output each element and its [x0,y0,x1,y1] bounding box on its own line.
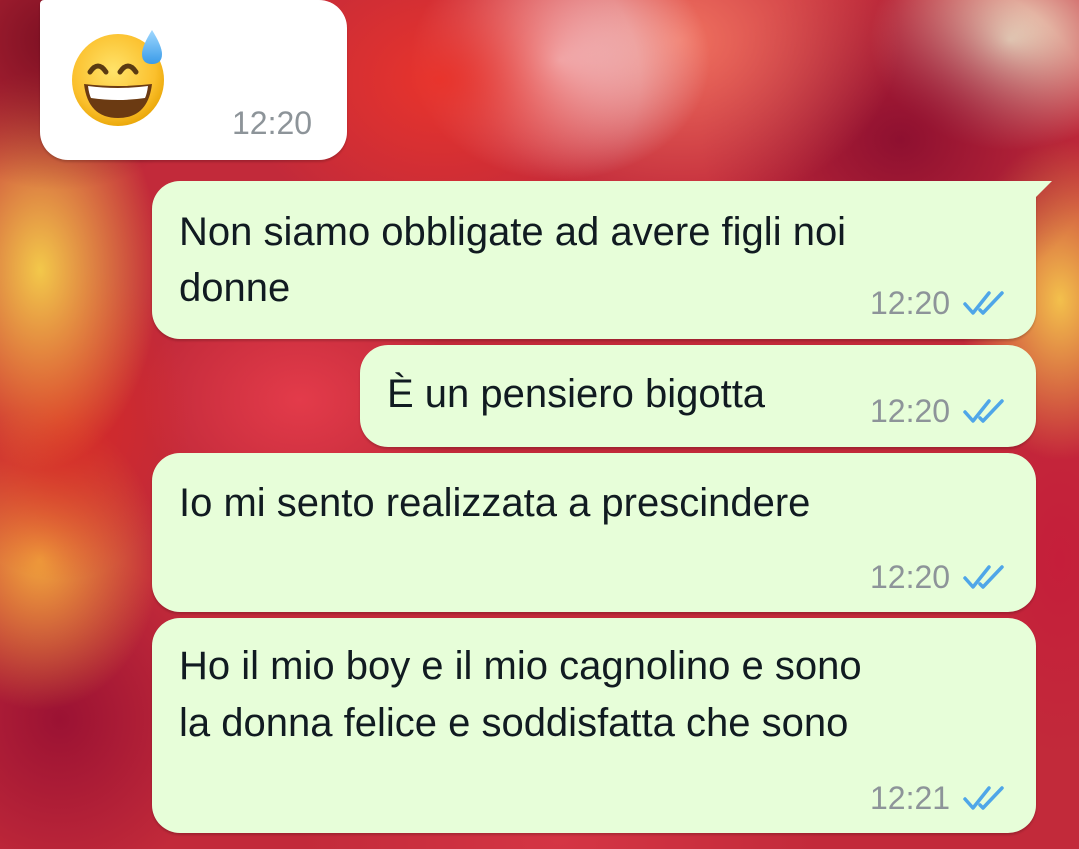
read-double-check-icon [963,291,1004,315]
message-meta: 12:20 [870,285,1006,321]
read-double-check-icon [963,399,1004,423]
outgoing-message-bubble[interactable]: Io mi sento realizzata a prescindere 12:… [152,453,1036,612]
outgoing-message-bubble[interactable]: Ho il mio boy e il mio cagnolino e sono … [152,618,1036,833]
message-text-line: Io mi sento realizzata a prescindere [179,481,811,525]
read-double-check-icon [963,565,1004,589]
message-text-line: È un pensiero bigotta [387,372,766,416]
message-text-line: Ho il mio boy e il mio cagnolino e sono [179,644,862,688]
message-text-line: la donna felice e soddisfatta che sono [179,701,849,745]
incoming-message-bubble[interactable]: 12:20 [40,0,347,160]
message-timestamp: 12:21 [870,780,951,816]
message-timestamp: 12:20 [232,105,313,141]
bubble-tail-icon [1024,181,1052,209]
outgoing-message-bubble[interactable]: Non siamo obbligate ad avere figli noi d… [152,181,1052,339]
message-meta: 12:21 [870,780,1006,816]
message-meta: 12:20 [870,393,1006,429]
message-text-line: Non siamo obbligate ad avere figli noi [179,210,847,254]
message-text-line: donne [179,266,291,310]
message-timestamp: 12:20 [870,285,951,321]
message-meta: 12:20 [232,105,312,141]
grinning-face-with-sweat-icon [72,30,164,126]
read-double-check-icon [963,786,1004,810]
message-timestamp: 12:20 [870,559,951,595]
message-meta: 12:20 [870,559,1006,595]
message-timestamp: 12:20 [870,393,951,429]
outgoing-message-bubble[interactable]: È un pensiero bigotta 12:20 [360,345,1036,447]
